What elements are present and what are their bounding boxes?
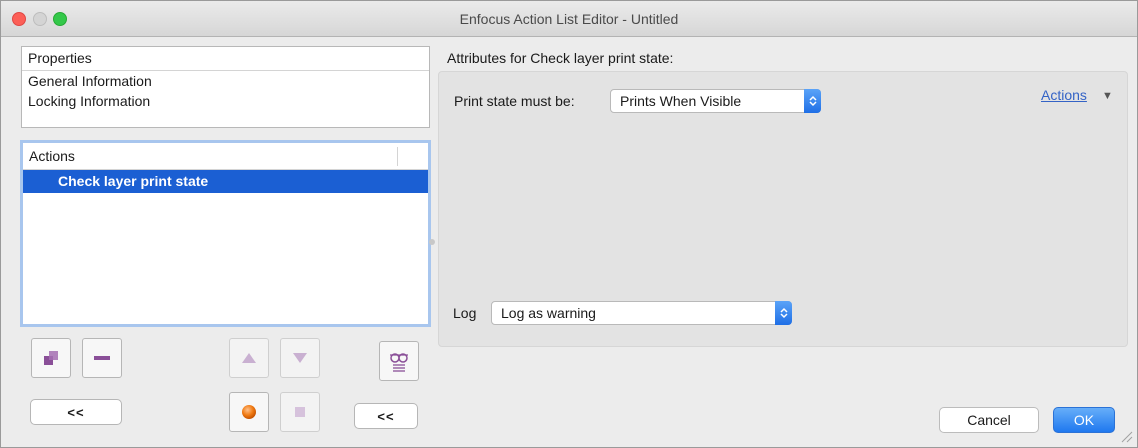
chevron-updown-icon [775,301,792,325]
print-state-select[interactable]: Prints When Visible [610,89,821,113]
properties-item-locking-information[interactable]: Locking Information [22,91,429,111]
chevron-updown-icon [804,89,821,113]
resize-grip-icon[interactable] [1119,429,1133,443]
properties-item-general-information[interactable]: General Information [22,71,429,91]
minus-icon [94,356,110,360]
ok-button[interactable]: OK [1053,407,1115,433]
print-state-value: Prints When Visible [620,93,742,109]
print-state-label: Print state must be: [454,93,575,109]
column-divider[interactable] [397,147,398,166]
window-title: Enfocus Action List Editor - Untitled [459,11,679,27]
action-list-editor-window: Enfocus Action List Editor - Untitled Pr… [0,0,1138,448]
collapse-right-button[interactable]: << [354,403,418,429]
actions-header-label: Actions [29,148,75,164]
actions-menu-link[interactable]: Actions [1041,87,1087,103]
log-label: Log [453,305,477,321]
title-bar: Enfocus Action List Editor - Untitled [1,1,1137,37]
preview-button[interactable] [379,341,419,381]
triangle-down-icon[interactable]: ▼ [1102,90,1113,102]
move-up-button[interactable] [229,338,269,378]
record-button[interactable] [229,392,269,432]
properties-list: Properties General Information Locking I… [21,46,430,128]
add-action-button[interactable] [31,338,71,378]
splitter-handle[interactable] [429,239,435,245]
glasses-icon [390,353,408,372]
stop-button[interactable] [280,392,320,432]
remove-action-button[interactable] [82,338,122,378]
stop-icon [295,407,305,417]
attributes-heading: Attributes for Check layer print state: [447,50,674,66]
cancel-button[interactable]: Cancel [939,407,1039,433]
action-item-check-layer-print-state[interactable]: Check layer print state [23,170,428,193]
log-select[interactable]: Log as warning [491,301,792,325]
add-action-icon [44,351,58,365]
log-value: Log as warning [501,305,596,321]
actions-list: Actions Check layer print state [20,140,431,327]
triangle-up-icon [242,353,256,363]
properties-header: Properties [22,47,429,71]
actions-header: Actions [23,143,428,170]
collapse-left-button[interactable]: << [30,399,122,425]
triangle-down-icon [293,353,307,363]
move-down-button[interactable] [280,338,320,378]
record-icon [242,405,256,419]
